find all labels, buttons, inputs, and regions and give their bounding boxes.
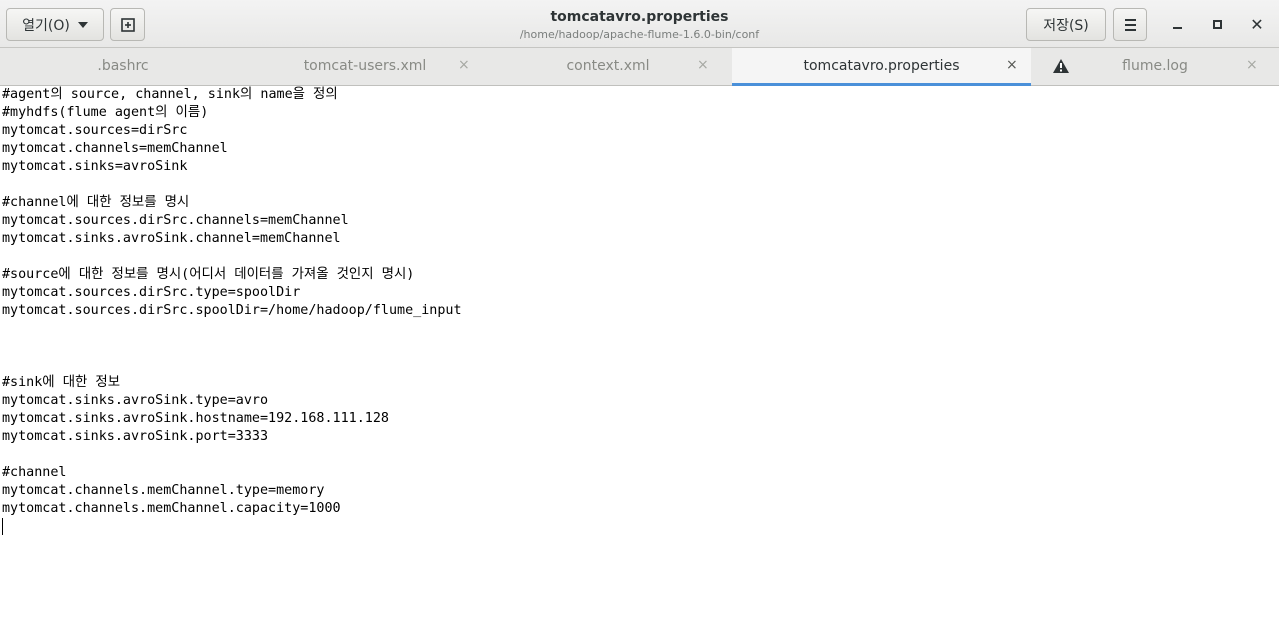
- editor-line: mytomcat.sinks=avroSink: [2, 159, 188, 174]
- tab-context[interactable]: context.xml ×: [484, 48, 732, 85]
- tab-close-icon[interactable]: ×: [1246, 57, 1258, 73]
- editor-line: mytomcat.sources.dirSrc.channels=memChan…: [2, 213, 349, 228]
- window-title-block: tomcatavro.properties /home/hadoop/apach…: [400, 8, 879, 43]
- editor-line: #myhdfs(flume agent의 이름): [2, 105, 209, 120]
- text-editor[interactable]: #agent의 source, channel, sink의 name을 정의 …: [0, 86, 1279, 621]
- editor-line: #source에 대한 정보를 명시(어디서 데이터를 가져올 것인지 명시): [2, 267, 415, 282]
- editor-line: mytomcat.sources.dirSrc.spoolDir=/home/h…: [2, 303, 462, 318]
- maximize-icon[interactable]: [1207, 14, 1227, 34]
- chevron-down-icon: [77, 21, 88, 28]
- hamburger-menu-icon: [1124, 18, 1136, 21]
- editor-line: mytomcat.sources.dirSrc.type=spoolDir: [2, 285, 301, 300]
- new-document-button[interactable]: [110, 8, 145, 41]
- tab-tomcat-users[interactable]: tomcat-users.xml ×: [246, 48, 484, 85]
- editor-line: #channel에 대한 정보를 명시: [2, 195, 190, 210]
- tab-label: tomcat-users.xml: [303, 58, 427, 74]
- editor-line: mytomcat.sinks.avroSink.hostname=192.168…: [2, 411, 389, 426]
- tab-close-icon[interactable]: ×: [458, 57, 470, 73]
- editor-line: mytomcat.sinks.avroSink.type=avro: [2, 393, 269, 408]
- editor-line: mytomcat.sinks.avroSink.port=3333: [2, 429, 269, 444]
- tab-label: flume.log: [1122, 58, 1188, 74]
- close-icon[interactable]: ✕: [1247, 14, 1267, 34]
- tab-close-icon[interactable]: ×: [1006, 57, 1018, 73]
- save-button[interactable]: 저장(S): [1026, 8, 1106, 41]
- editor-line: #agent의 source, channel, sink의 name을 정의: [2, 87, 338, 102]
- tab-close-icon[interactable]: ×: [697, 57, 709, 73]
- window-title: tomcatavro.properties: [550, 9, 729, 25]
- tab-label: .bashrc: [97, 58, 149, 74]
- tab-label: context.xml: [566, 58, 650, 74]
- editor-line: mytomcat.channels=memChannel: [2, 141, 228, 156]
- open-button[interactable]: 열기(O): [6, 8, 104, 41]
- tab-tomcatavro[interactable]: tomcatavro.properties ×: [732, 48, 1031, 86]
- header-bar: 열기(O) tomcatavro.properties /home/hadoop…: [0, 0, 1279, 48]
- editor-line: mytomcat.channels.memChannel.capacity=10…: [2, 501, 341, 516]
- open-button-label: 열기(O): [22, 17, 70, 34]
- text-cursor: [2, 518, 3, 535]
- editor-line: mytomcat.sources=dirSrc: [2, 123, 188, 138]
- tab-bashrc[interactable]: .bashrc: [0, 48, 246, 85]
- tab-label: tomcatavro.properties: [803, 58, 960, 74]
- editor-line: #channel: [2, 465, 67, 480]
- file-path: /home/hadoop/apache-flume-1.6.0-bin/conf: [519, 28, 760, 41]
- minimize-icon[interactable]: [1167, 14, 1187, 34]
- tab-bar: .bashrc tomcat-users.xml × context.xml ×…: [0, 48, 1279, 86]
- editor-line: mytomcat.channels.memChannel.type=memory: [2, 483, 325, 498]
- editor-line: #sink에 대한 정보: [2, 375, 121, 390]
- tab-flume-log[interactable]: flume.log ×: [1031, 48, 1279, 85]
- new-document-icon: [120, 17, 135, 32]
- editor-line: mytomcat.sinks.avroSink.channel=memChann…: [2, 231, 341, 246]
- menu-button[interactable]: [1113, 8, 1147, 41]
